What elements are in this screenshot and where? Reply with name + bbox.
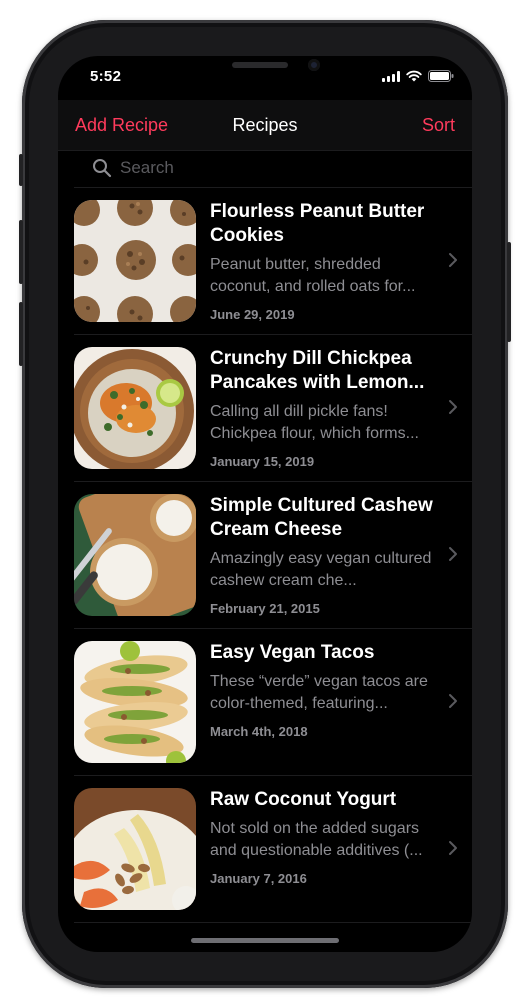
recipe-thumbnail [74, 200, 196, 322]
recipe-date: January 7, 2016 [210, 871, 307, 886]
recipe-row[interactable]: Crunchy Dill Chickpea Pancakes with Lemo… [74, 335, 472, 482]
recipe-date: January 15, 2019 [210, 454, 315, 469]
recipe-description: Calling all dill pickle fans! Chickpea f… [210, 403, 419, 442]
front-camera [308, 59, 320, 71]
volume-down-button [19, 302, 23, 366]
recipe-thumbnail [74, 788, 196, 910]
recipe-title: Flourless Peanut Butter Cookies [210, 201, 425, 246]
volume-up-button [19, 220, 23, 284]
search-icon [93, 159, 112, 178]
chevron-right-icon [449, 400, 457, 414]
status-time: 5:52 [90, 68, 122, 85]
battery-icon [428, 70, 454, 82]
recipe-thumbnail [74, 641, 196, 763]
recipe-thumbnail [74, 347, 196, 469]
chevron-right-icon [449, 547, 457, 561]
recipe-row[interactable]: Raw Coconut Yogurt Not sold on the added… [74, 776, 472, 923]
recipe-description: Amazingly easy vegan cultured cashew cre… [210, 550, 432, 589]
recipe-row[interactable]: Simple Cultured Cashew Cream Cheese Amaz… [74, 482, 472, 629]
recipe-list: Flourless Peanut Butter Cookies Peanut b… [58, 188, 472, 923]
search-input[interactable] [118, 154, 422, 182]
home-indicator[interactable] [191, 938, 339, 943]
chevron-right-icon [449, 841, 457, 855]
recipe-title: Crunchy Dill Chickpea Pancakes with Lemo… [210, 348, 425, 393]
sort-button[interactable]: Sort [422, 115, 455, 136]
navigation-bar: Add Recipe Recipes Sort [58, 100, 472, 151]
signal-icon [382, 70, 400, 82]
wifi-icon [406, 70, 422, 82]
recipe-row[interactable]: Flourless Peanut Butter Cookies Peanut b… [74, 188, 472, 335]
silent-switch [19, 154, 23, 186]
recipe-thumbnail [74, 494, 196, 616]
chevron-right-icon [449, 694, 457, 708]
search-bar [74, 151, 472, 188]
recipe-date: March 4th, 2018 [210, 724, 308, 739]
recipe-title: Raw Coconut Yogurt [210, 789, 397, 810]
recipe-date: February 21, 2015 [210, 601, 320, 616]
recipe-date: June 29, 2019 [210, 307, 295, 322]
status-icons [382, 70, 454, 82]
power-button [507, 242, 511, 342]
screen: 5:52 Add Recipe Recipes Sort Search Flou… [58, 56, 472, 952]
add-recipe-button[interactable]: Add Recipe [75, 115, 168, 136]
recipe-title: Easy Vegan Tacos [210, 642, 375, 663]
chevron-right-icon [449, 253, 457, 267]
recipe-description: These “verde” vegan tacos are color-them… [210, 673, 428, 712]
recipe-description: Peanut butter, shredded coconut, and rol… [210, 256, 416, 295]
recipe-row[interactable]: Easy Vegan Tacos These “verde” vegan tac… [74, 629, 472, 776]
speaker-grille [232, 62, 288, 68]
recipe-description: Not sold on the added sugars and questio… [210, 820, 423, 859]
notch [150, 56, 380, 88]
recipe-title: Simple Cultured Cashew Cream Cheese [210, 495, 433, 540]
